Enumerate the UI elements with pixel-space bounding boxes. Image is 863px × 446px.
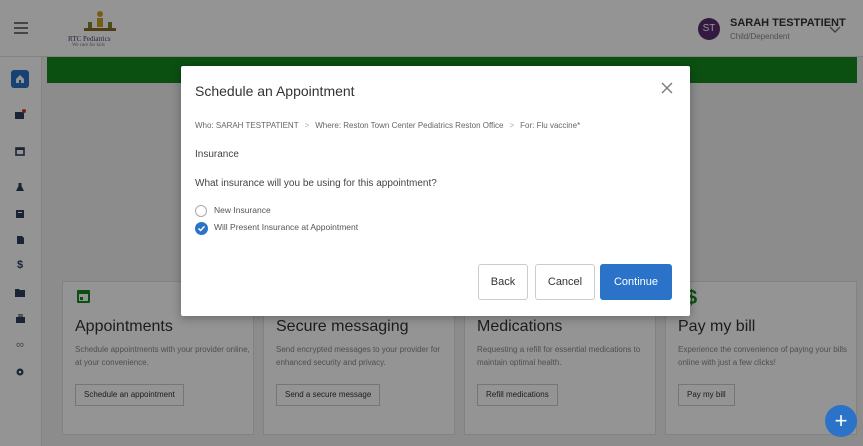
insurance-question: What insurance will you be using for thi…	[195, 178, 437, 189]
breadcrumb-who: Who: SARAH TESTPATIENT	[195, 121, 299, 130]
breadcrumb: Who: SARAH TESTPATIENT > Where: Reston Tow…	[195, 121, 580, 130]
radio-button-checked[interactable]	[195, 222, 208, 235]
continue-button[interactable]: Continue	[600, 264, 672, 300]
breadcrumb-separator: >	[304, 121, 310, 130]
schedule-appointment-dialog: Schedule an Appointment Who: SARAH TESTP…	[181, 66, 690, 316]
back-button[interactable]: Back	[478, 264, 528, 300]
breadcrumb-where: Where: Reston Town Center Pediatrics Res…	[315, 121, 504, 130]
option-label: Will Present Insurance at Appointment	[214, 222, 359, 232]
breadcrumb-separator: >	[509, 121, 515, 130]
add-fab-button[interactable]: +	[825, 405, 857, 437]
radio-button[interactable]	[195, 205, 207, 217]
section-heading: Insurance	[195, 149, 239, 160]
checkmark-icon	[197, 225, 206, 232]
breadcrumb-for: For: Flu vaccine*	[520, 121, 581, 130]
close-icon[interactable]	[660, 81, 674, 95]
option-label: New Insurance	[214, 205, 271, 215]
cancel-button[interactable]: Cancel	[535, 264, 595, 300]
dialog-title: Schedule an Appointment	[195, 83, 355, 99]
